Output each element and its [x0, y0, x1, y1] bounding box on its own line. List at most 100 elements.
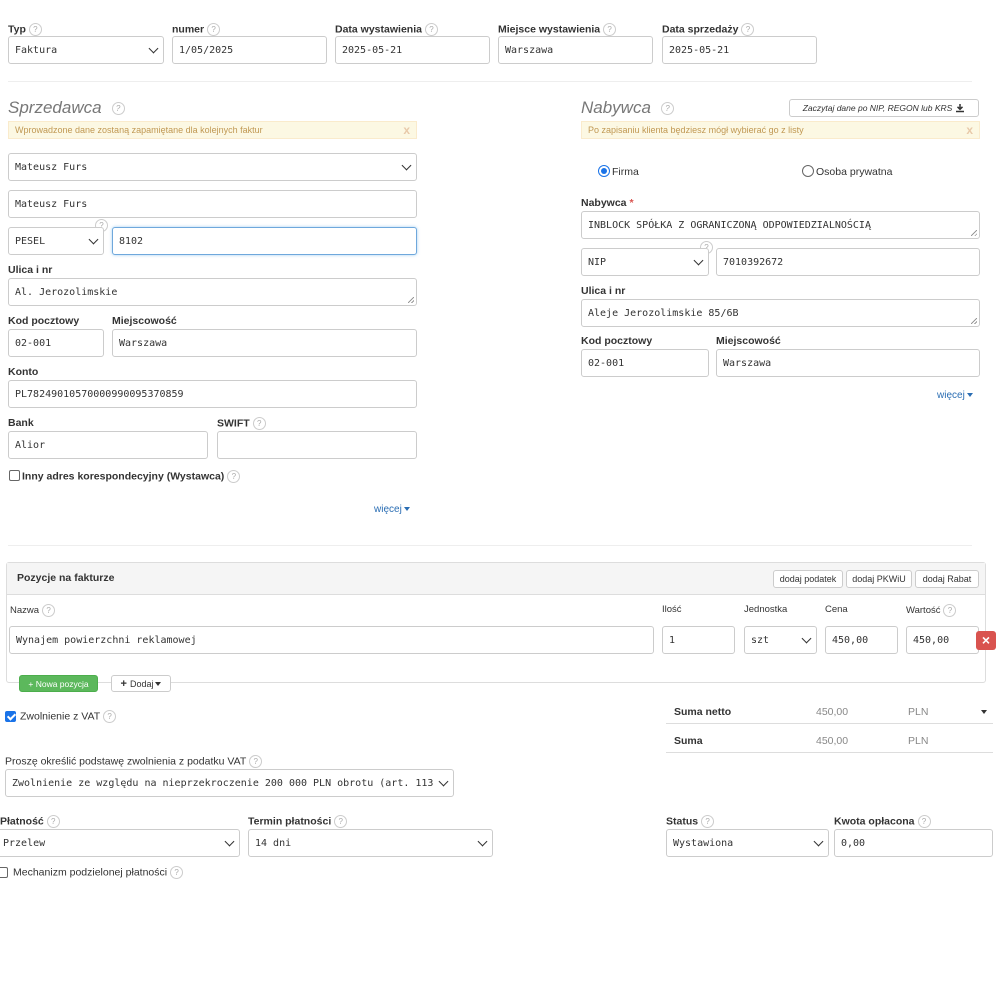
plus-icon: + — [120, 677, 127, 690]
payment-term-label: Termin płatności? — [248, 815, 348, 828]
help-icon[interactable]: ? — [660, 102, 674, 116]
status-select[interactable]: Wystawiona — [666, 829, 829, 857]
close-icon[interactable]: x — [403, 123, 410, 137]
caret-down-icon — [155, 681, 162, 686]
chevron-down-icon — [693, 255, 704, 265]
seller-city-input[interactable]: Warszawa — [112, 329, 417, 357]
totals-sum-row: Suma 450,00 PLN — [666, 729, 993, 753]
help-icon[interactable]: ? — [603, 23, 617, 36]
vat-exempt-checkbox[interactable] — [5, 711, 16, 722]
paid-amount-label: Kwota opłacona? — [834, 815, 931, 828]
caret-down-icon — [966, 393, 973, 398]
split-payment-checkbox[interactable] — [0, 867, 8, 878]
seller-street-label: Ulica i nr — [8, 264, 53, 276]
col-qty-header: Ilość — [662, 604, 682, 615]
buyer-city-input[interactable]: Warszawa — [716, 349, 980, 377]
add-tax-button[interactable]: dodaj podatek — [773, 570, 843, 588]
help-icon[interactable]: ? — [42, 604, 56, 617]
add-pkwiu-button[interactable]: dodaj PKWiU — [846, 570, 912, 588]
col-unit-header: Jednostka — [744, 604, 788, 615]
radio-company[interactable] — [598, 165, 610, 177]
paid-amount-input[interactable]: 0,00 — [834, 829, 993, 857]
vat-exempt-label: Zwolnienie z VAT? — [20, 710, 117, 723]
netto-currency: PLN — [908, 706, 929, 718]
netto-value: 450,00 — [816, 706, 849, 718]
seller-more-link[interactable]: więcej — [374, 504, 410, 515]
chevron-down-icon — [148, 43, 159, 53]
seller-swift-label: SWIFT? — [217, 417, 266, 430]
item-unit-select[interactable]: szt — [744, 626, 817, 654]
numer-input[interactable]: 1/05/2025 — [172, 36, 327, 64]
close-icon[interactable]: x — [966, 123, 973, 137]
buyer-street-input[interactable]: Aleje Jerozolimskie 85/6B — [581, 299, 980, 327]
chevron-down-icon — [813, 836, 824, 846]
help-icon[interactable]: ? — [334, 815, 348, 828]
netto-label: Suma netto — [674, 706, 732, 718]
totals-netto-row: Suma netto 450,00 PLN — [666, 700, 993, 724]
chevron-down-icon — [88, 234, 99, 244]
data-wystawienia-label: Data wystawienia? — [335, 23, 438, 36]
item-value-input[interactable]: 450,00 — [906, 626, 979, 654]
typ-select[interactable]: Faktura — [8, 36, 164, 64]
buyer-id-type-select[interactable]: NIP — [581, 248, 709, 276]
help-icon[interactable]: ? — [252, 417, 266, 430]
other-address-label: Inny adres korespondecyjny (Wystawca)? — [22, 470, 241, 483]
buyer-more-link[interactable]: więcej — [937, 390, 973, 401]
item-name-input[interactable]: Wynajem powierzchni reklamowej — [9, 626, 654, 654]
typ-label: Typ? — [8, 23, 42, 36]
help-icon[interactable]: ? — [46, 815, 60, 828]
help-icon[interactable]: ? — [207, 23, 221, 36]
seller-swift-input[interactable] — [217, 431, 417, 459]
buyer-postal-input[interactable]: 02-001 — [581, 349, 709, 377]
seller-bank-input[interactable]: Alior — [8, 431, 208, 459]
fetch-by-nip-button[interactable]: Zaczytaj dane po NIP, REGON lub KRS — [789, 99, 979, 117]
seller-street-input[interactable]: Al. Jerozolimskie — [8, 278, 417, 306]
help-icon[interactable]: ? — [917, 815, 931, 828]
resize-grip-icon[interactable] — [971, 318, 977, 324]
help-icon[interactable]: ? — [103, 710, 117, 723]
other-address-checkbox[interactable] — [9, 470, 20, 481]
help-icon[interactable]: ? — [227, 470, 241, 483]
vat-basis-select[interactable]: Zwolnienie ze względu na nieprzekroczeni… — [5, 769, 454, 797]
vat-basis-label: Proszę określić podstawę zwolnienia z po… — [5, 755, 263, 768]
help-icon[interactable]: ? — [170, 866, 184, 879]
col-value-header: Wartość? — [906, 604, 957, 617]
data-wystawienia-input[interactable]: 2025-05-21 — [335, 36, 490, 64]
sum-label: Suma — [674, 735, 703, 747]
payment-term-select[interactable]: 14 dni — [248, 829, 493, 857]
seller-account-input[interactable]: PL78249010570000990095370859 — [8, 380, 417, 408]
help-icon[interactable]: ? — [701, 815, 715, 828]
sum-value: 450,00 — [816, 735, 849, 747]
seller-alert: Wprowadzone dane zostaną zapamiętane dla… — [8, 121, 417, 139]
caret-down-icon[interactable] — [981, 710, 987, 714]
buyer-id-input[interactable]: 7010392672 — [716, 248, 980, 276]
seller-select[interactable]: Mateusz Furs — [8, 153, 417, 181]
seller-postal-input[interactable]: 02-001 — [8, 329, 104, 357]
radio-private[interactable] — [802, 165, 814, 177]
payment-method-select[interactable]: Przelew — [0, 829, 240, 857]
help-icon[interactable]: ? — [943, 604, 957, 617]
help-icon[interactable]: ? — [424, 23, 438, 36]
help-icon[interactable]: ? — [111, 102, 125, 116]
resize-grip-icon[interactable] — [971, 230, 977, 236]
help-icon[interactable]: ? — [249, 755, 263, 768]
miejsce-wystawienia-input[interactable]: Warszawa — [498, 36, 653, 64]
buyer-name-input[interactable]: INBLOCK SPÓŁKA Z OGRANICZONĄ ODPOWIEDZIA… — [581, 211, 980, 239]
help-icon[interactable]: ? — [741, 23, 755, 36]
seller-name-input[interactable]: Mateusz Furs — [8, 190, 417, 218]
numer-label: numer? — [172, 23, 221, 36]
seller-id-type-select[interactable]: PESEL — [8, 227, 104, 255]
chevron-down-icon — [477, 836, 488, 846]
miejsce-wystawienia-label: Miejsce wystawienia? — [498, 23, 617, 36]
new-item-button[interactable]: + Nowa pozycja — [19, 675, 98, 692]
item-price-input[interactable]: 450,00 — [825, 626, 898, 654]
seller-id-input[interactable]: 8102 — [112, 227, 417, 255]
seller-bank-label: Bank — [8, 417, 34, 429]
add-dropdown-button[interactable]: + Dodaj — [111, 675, 171, 692]
resize-grip-icon[interactable] — [408, 297, 414, 303]
add-discount-button[interactable]: dodaj Rabat — [915, 570, 979, 588]
item-qty-input[interactable]: 1 — [662, 626, 735, 654]
help-icon[interactable]: ? — [28, 23, 42, 36]
delete-row-icon[interactable]: × — [976, 631, 996, 650]
data-sprzedazy-input[interactable]: 2025-05-21 — [662, 36, 817, 64]
